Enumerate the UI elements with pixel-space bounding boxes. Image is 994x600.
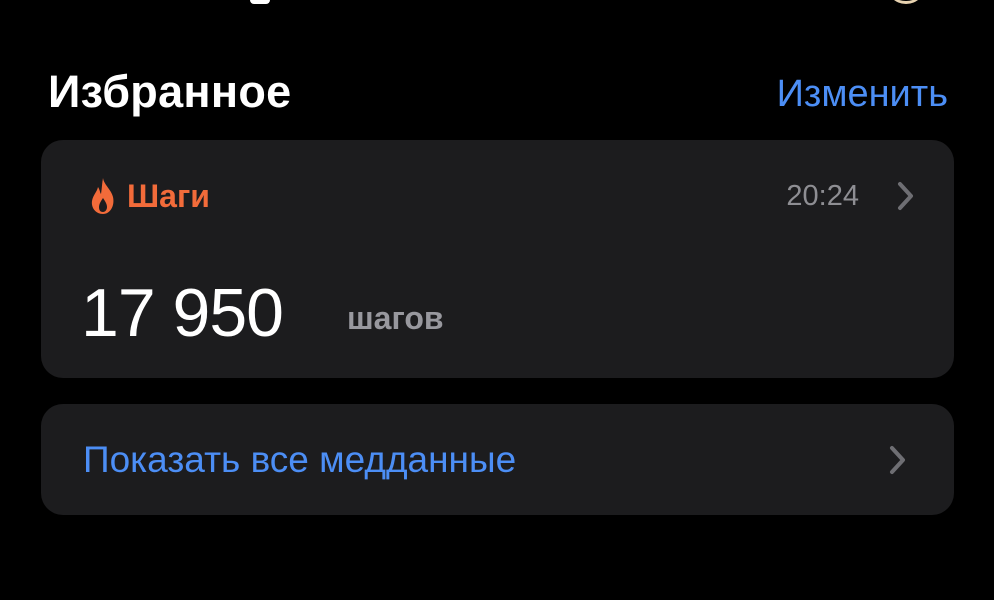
chevron-right-icon <box>898 182 913 210</box>
health-summary-screen: Избранное Изменить Шаги 20:24 17 950 шаг… <box>0 0 994 600</box>
steps-label: Шаги <box>127 178 210 214</box>
avatar[interactable] <box>886 0 926 4</box>
steps-value: 17 950 <box>81 275 284 351</box>
chevron-right-icon <box>890 446 905 474</box>
edit-button[interactable]: Изменить <box>777 62 948 126</box>
show-all-label: Показать все медданные <box>83 439 517 480</box>
steps-timestamp: 20:24 <box>786 180 859 212</box>
top-edge-cutoff <box>0 0 994 8</box>
cut-off-title-glyph <box>250 0 270 4</box>
steps-card-header: Шаги 20:24 <box>87 174 917 218</box>
steps-card[interactable]: Шаги 20:24 17 950 шагов <box>41 140 954 378</box>
flame-icon <box>91 178 114 214</box>
show-all-health-data-button[interactable]: Показать все медданные <box>41 404 954 515</box>
steps-metric: 17 950 шагов <box>81 268 781 358</box>
favorites-title: Избранное <box>48 66 292 117</box>
favorites-header: Избранное Изменить <box>48 62 948 122</box>
steps-unit: шагов <box>347 300 444 336</box>
